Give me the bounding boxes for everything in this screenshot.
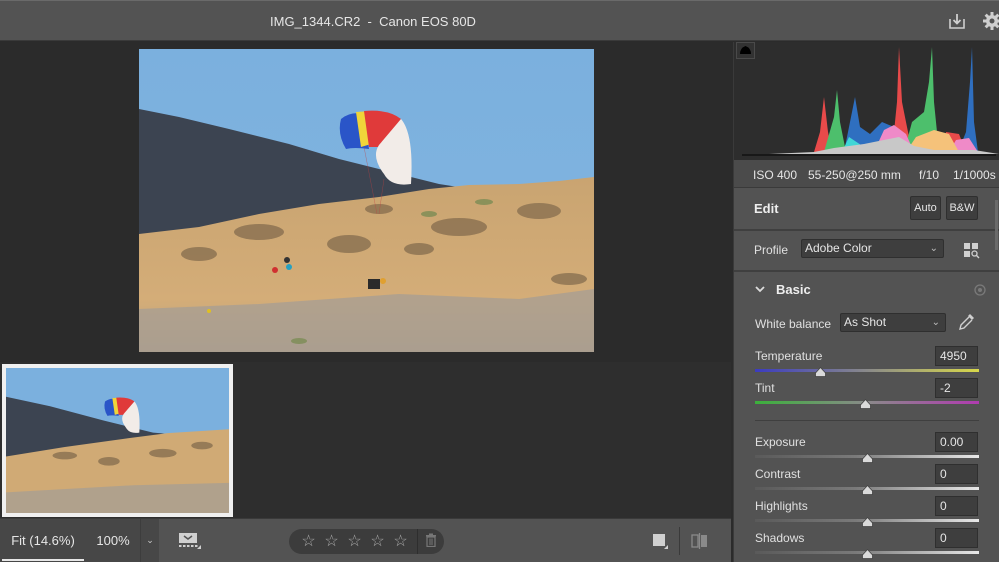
filmstrip-icon xyxy=(179,533,201,549)
profile-select[interactable]: Adobe Color ⌄ xyxy=(801,239,944,258)
exif-iso: ISO 400 xyxy=(753,168,798,182)
white-balance-eyedropper[interactable] xyxy=(957,311,977,333)
chevron-down-icon: ⌄ xyxy=(929,243,938,254)
slider-label-contrast: Contrast xyxy=(755,467,801,481)
profile-row: Profile Adobe Color ⌄ xyxy=(734,232,999,272)
edit-header: Edit Auto B&W xyxy=(734,189,999,231)
white-balance-select[interactable]: As Shot ⌄ xyxy=(840,313,946,332)
trash-icon xyxy=(426,533,436,548)
save-button[interactable] xyxy=(946,11,968,31)
delete-button[interactable] xyxy=(418,533,444,550)
profile-label: Profile xyxy=(754,243,789,257)
rating-star-2[interactable]: ☆ xyxy=(320,529,343,554)
histogram xyxy=(734,42,999,160)
exif-lens: 55-250@250 mm xyxy=(808,168,901,182)
slider-handle-temperature[interactable] xyxy=(815,366,826,377)
exif-aperture: f/10 xyxy=(919,168,940,182)
profile-browser-button[interactable] xyxy=(962,241,980,259)
rating-star-5[interactable]: ☆ xyxy=(389,529,412,554)
main-photo xyxy=(139,49,594,352)
save-icon xyxy=(949,14,965,29)
slider-label-tint: Tint xyxy=(755,381,775,395)
slider-value-highlights[interactable]: 0 xyxy=(935,496,978,516)
slider-handle-contrast[interactable] xyxy=(862,484,873,495)
star-rating: ☆ ☆ ☆ ☆ ☆ xyxy=(289,529,444,554)
chevron-down-icon xyxy=(755,286,765,293)
settings-gear-icon xyxy=(983,12,999,30)
square-icon xyxy=(653,534,668,549)
slider-value-temperature[interactable]: 4950 xyxy=(935,346,978,366)
basic-title: Basic xyxy=(776,282,811,297)
filmstrip xyxy=(0,362,731,518)
slider-handle-exposure[interactable] xyxy=(862,452,873,463)
profile-browser-icon xyxy=(963,242,979,258)
section-divider xyxy=(755,420,979,421)
zoom-100-button[interactable]: 100% xyxy=(86,519,140,562)
histogram-graph xyxy=(742,47,999,156)
image-canvas[interactable] xyxy=(0,42,731,362)
title-bar: IMG_1344.CR2 - Canon EOS 80D xyxy=(0,0,999,41)
zoom-level-dropdown[interactable]: ⌄ xyxy=(140,519,159,562)
rating-star-3[interactable]: ☆ xyxy=(343,529,366,554)
slider-value-shadows[interactable]: 0 xyxy=(935,528,978,548)
slider-label-exposure: Exposure xyxy=(755,435,806,449)
slider-value-tint[interactable]: -2 xyxy=(935,378,978,398)
slider-value-contrast[interactable]: 0 xyxy=(935,464,978,484)
visibility-eye-icon[interactable] xyxy=(973,284,987,296)
rating-star-1[interactable]: ☆ xyxy=(297,529,320,554)
eyedropper-icon xyxy=(959,314,974,330)
chevron-down-icon: ⌄ xyxy=(146,535,154,545)
slider-handle-highlights[interactable] xyxy=(862,516,873,527)
white-balance-label: White balance xyxy=(755,317,832,331)
basic-section-header[interactable]: Basic xyxy=(734,274,999,304)
zoom-fit-button[interactable]: Fit (14.6%) xyxy=(0,519,86,562)
edit-title: Edit xyxy=(754,201,779,216)
toolbar-divider xyxy=(679,527,680,555)
exif-info-bar: ISO 400 55-250@250 mm f/10 1/1000s xyxy=(734,160,999,188)
slider-track-temperature[interactable] xyxy=(755,369,979,372)
settings-button[interactable] xyxy=(982,10,999,32)
slider-label-temperature: Temperature xyxy=(755,349,823,363)
before-after-icon xyxy=(691,533,707,549)
slider-value-exposure[interactable]: 0.00 xyxy=(935,432,978,452)
exif-shutter: 1/1000s xyxy=(953,168,996,182)
edit-panel: ISO 400 55-250@250 mm f/10 1/1000s Edit … xyxy=(733,42,999,562)
background-toggle-button[interactable] xyxy=(650,531,670,551)
thumbnail-photo xyxy=(6,368,229,513)
bottom-toolbar: Fit (14.6%) 100% ⌄ ☆ ☆ ☆ ☆ ☆ xyxy=(0,518,731,562)
paraglider-photo xyxy=(139,49,594,352)
slider-handle-tint[interactable] xyxy=(859,398,871,409)
panel-scrollbar[interactable] xyxy=(995,200,998,250)
filmstrip-toggle-button[interactable] xyxy=(177,530,203,552)
bw-button[interactable]: B&W xyxy=(946,196,978,220)
filmstrip-thumbnail[interactable] xyxy=(2,364,233,517)
profile-value: Adobe Color xyxy=(805,241,872,255)
before-after-button[interactable] xyxy=(689,530,711,552)
slider-label-highlights: Highlights xyxy=(755,499,808,513)
window-title: IMG_1344.CR2 - Canon EOS 80D xyxy=(270,14,476,29)
auto-button[interactable]: Auto xyxy=(910,196,941,220)
white-balance-value: As Shot xyxy=(844,315,887,329)
rating-star-4[interactable]: ☆ xyxy=(366,529,389,554)
slider-label-shadows: Shadows xyxy=(755,531,805,545)
slider-handle-shadows[interactable] xyxy=(862,548,873,559)
chevron-down-icon: ⌄ xyxy=(931,317,940,328)
